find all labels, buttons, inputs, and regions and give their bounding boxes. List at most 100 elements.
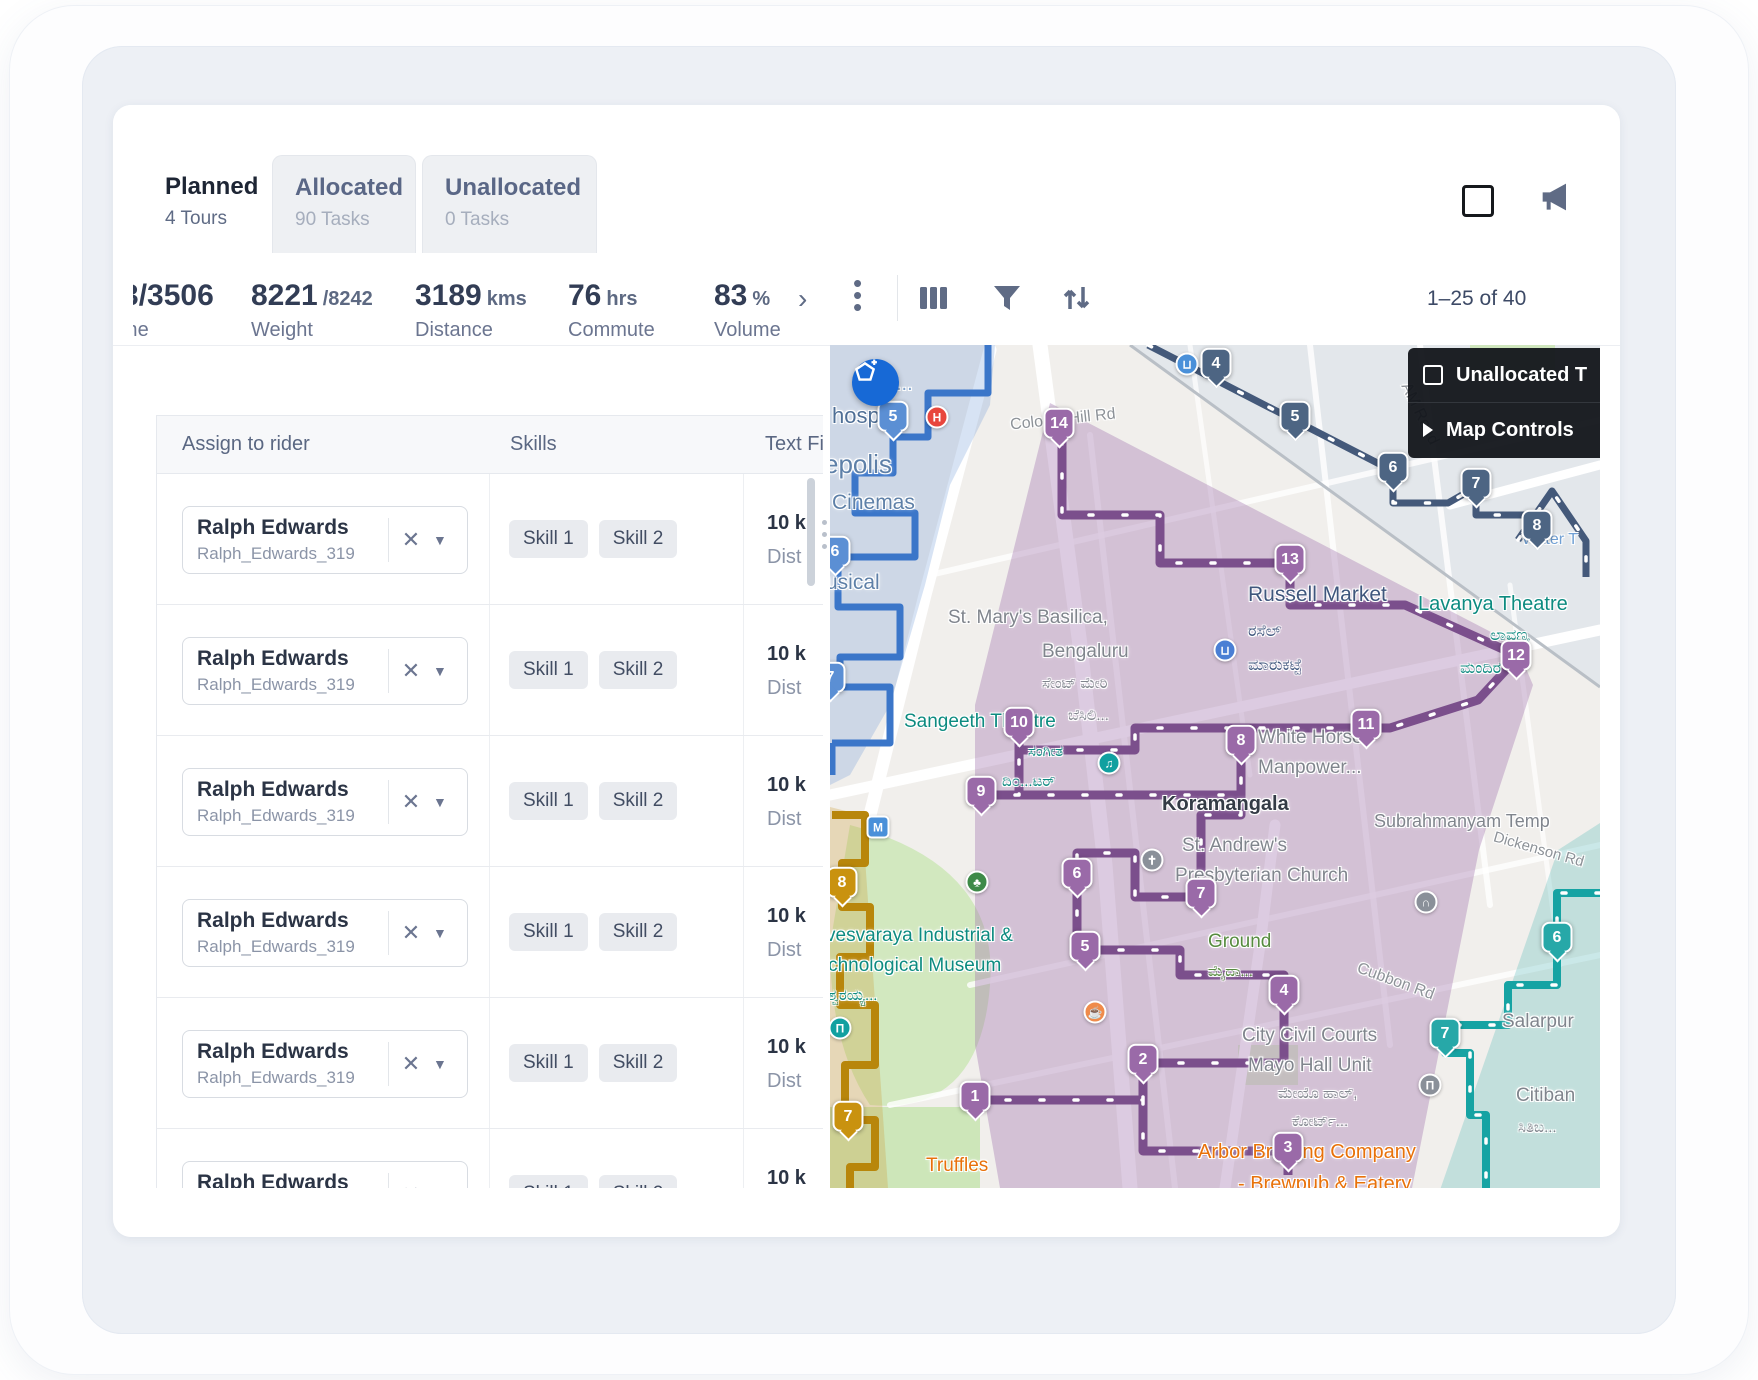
- draw-zone-button[interactable]: [852, 359, 899, 406]
- tab-label: Planned: [165, 173, 270, 201]
- map-marker-purple-8[interactable]: 8: [1226, 725, 1257, 756]
- map-marker-purple-4[interactable]: 4: [1269, 975, 1300, 1006]
- map-marker-navy-8[interactable]: 8: [1522, 510, 1553, 541]
- clear-rider-icon[interactable]: ✕: [389, 527, 433, 553]
- chevron-down-icon[interactable]: ▼: [433, 1187, 467, 1188]
- chevron-down-icon[interactable]: ▼: [433, 1056, 467, 1072]
- food-icon: ☕: [1084, 1001, 1107, 1024]
- map-label: ಮಂದಿರ: [1460, 660, 1501, 678]
- clear-rider-icon[interactable]: ✕: [389, 1182, 433, 1188]
- skill-chip: Skill 1: [509, 782, 588, 820]
- map-marker-purple-13[interactable]: 13: [1275, 544, 1306, 575]
- tab-planned[interactable]: Planned 4 Tours: [143, 155, 270, 253]
- map-controls-toggle[interactable]: Map Controls: [1408, 402, 1600, 457]
- tab-sub: 4 Tours: [165, 208, 270, 230]
- park-icon: ♣: [966, 871, 989, 894]
- skills-cell: Skill 1Skill 2: [490, 867, 744, 997]
- map-label: Lavanya Theatre: [1418, 593, 1568, 616]
- row-metric-label: Dist: [767, 677, 813, 700]
- kebab-menu-icon[interactable]: •••: [853, 277, 862, 313]
- tab-unallocated[interactable]: Unallocated 0 Tasks: [422, 155, 597, 253]
- rider-select[interactable]: Ralph Edwards Ralph_Edwards_319 ✕ ▼: [182, 506, 468, 574]
- map-label: Cinemas: [832, 491, 915, 515]
- rider-select[interactable]: Ralph Edwards Ralph_Edwards_319 ✕ ▼: [182, 1030, 468, 1098]
- map-marker-purple-3[interactable]: 3: [1273, 1132, 1304, 1163]
- map-label: epolis: [830, 449, 892, 480]
- map-marker-navy-4[interactable]: 4: [1201, 348, 1232, 379]
- map-marker-navy-5[interactable]: 5: [1280, 401, 1311, 432]
- map-marker-blue-5[interactable]: 5: [878, 401, 909, 432]
- map-label: St. Mary's Basilica,: [948, 607, 1108, 629]
- map-label: Ground: [1208, 931, 1271, 953]
- map-label: - Brewpub & Eatery: [1238, 1173, 1411, 1188]
- screenshot-root: Planned 4 Tours Allocated 90 Tasks Unall…: [0, 0, 1758, 1380]
- map-marker-purple-6[interactable]: 6: [1062, 858, 1093, 889]
- map-marker-navy-6[interactable]: 6: [1378, 452, 1409, 483]
- map-marker-purple-11[interactable]: 11: [1351, 709, 1382, 740]
- map-marker-purple-10[interactable]: 10: [1004, 707, 1035, 738]
- rider-select[interactable]: Ralph Edwards Ralph_Edwards_319 ✕ ▼: [182, 1161, 468, 1188]
- select-checkbox[interactable]: [1462, 185, 1494, 217]
- map-marker-blue-7[interactable]: 7: [830, 662, 846, 693]
- map-marker-teal-7[interactable]: 7: [1430, 1018, 1461, 1049]
- tab-allocated[interactable]: Allocated 90 Tasks: [272, 155, 416, 253]
- rider-select[interactable]: Ralph Edwards Ralph_Edwards_319 ✕ ▼: [182, 637, 468, 705]
- rider-select[interactable]: Ralph Edwards Ralph_Edwards_319 ✕ ▼: [182, 768, 468, 836]
- table-row: Ralph Edwards Ralph_Edwards_319 ✕ ▼ Skil…: [157, 1129, 823, 1188]
- map-label: ಮಾರುಕಟ್ಟೆ: [1248, 657, 1302, 675]
- chevron-down-icon[interactable]: ▼: [433, 925, 467, 941]
- map-label: hosp: [832, 403, 880, 429]
- clear-rider-icon[interactable]: ✕: [389, 920, 433, 946]
- header-skills: Skills: [510, 433, 557, 456]
- checkbox-icon[interactable]: [1423, 365, 1443, 385]
- skills-cell: Skill 1Skill 2: [490, 474, 744, 604]
- map-marker-blue-6[interactable]: 6: [830, 536, 851, 567]
- map-marker-purple-7[interactable]: 7: [1186, 878, 1217, 909]
- hospital-icon: H: [926, 406, 949, 429]
- stat-distance: 3189kms Distance: [415, 279, 527, 342]
- chevron-right-icon[interactable]: ›: [798, 283, 807, 315]
- clear-rider-icon[interactable]: ✕: [389, 658, 433, 684]
- map-marker-purple-14[interactable]: 14: [1044, 408, 1075, 439]
- map-label: Mayo Hall Unit: [1248, 1055, 1372, 1077]
- megaphone-icon[interactable]: [1537, 181, 1571, 218]
- map-label: Arbor Brewing Company: [1198, 1141, 1416, 1164]
- map-marker-purple-9[interactable]: 9: [966, 776, 997, 807]
- skill-chip: Skill 2: [599, 782, 678, 820]
- map-marker-amber-8[interactable]: 8: [830, 867, 858, 898]
- scrollbar[interactable]: [807, 478, 815, 586]
- rider-name: Ralph Edwards: [197, 778, 388, 802]
- filter-icon[interactable]: [993, 285, 1021, 316]
- clear-rider-icon[interactable]: ✕: [389, 789, 433, 815]
- skill-chip: Skill 2: [599, 1044, 678, 1082]
- skill-chip: Skill 2: [599, 520, 678, 558]
- chevron-down-icon[interactable]: ▼: [433, 532, 467, 548]
- map-canvas[interactable]: Unallocated T Map Controls 5674567814131…: [830, 345, 1600, 1188]
- rider-id: Ralph_Edwards_319: [197, 1068, 388, 1088]
- map-marker-navy-7[interactable]: 7: [1461, 468, 1492, 499]
- sort-icon[interactable]: [1061, 283, 1093, 318]
- row-metric-label: Dist: [767, 808, 813, 831]
- map-label: ಶ್ವರಯ್ಯ...: [830, 987, 877, 1004]
- map-marker-teal-6[interactable]: 6: [1542, 922, 1573, 953]
- stats-bar: 3/3506 Time 8221/8242 Weight 3189kms Dis…: [113, 253, 1620, 346]
- map-marker-purple-12[interactable]: 12: [1501, 640, 1532, 671]
- assign-to-rider-cell: Ralph Edwards Ralph_Edwards_319 ✕ ▼: [157, 605, 490, 735]
- tab-sub: 0 Tasks: [445, 209, 596, 231]
- map-marker-purple-1[interactable]: 1: [960, 1081, 991, 1112]
- stat-commute: 76hrs Commute: [568, 279, 655, 342]
- skill-chip: Skill 1: [509, 651, 588, 689]
- rider-select[interactable]: Ralph Edwards Ralph_Edwards_319 ✕ ▼: [182, 899, 468, 967]
- unallocated-tasks-label: Unallocated T: [1456, 364, 1587, 387]
- row-metric: 10 k: [767, 905, 807, 928]
- unallocated-tasks-toggle[interactable]: Unallocated T: [1408, 348, 1600, 402]
- map-marker-amber-7[interactable]: 7: [833, 1101, 864, 1132]
- chevron-down-icon[interactable]: ▼: [433, 794, 467, 810]
- map-marker-purple-5[interactable]: 5: [1070, 931, 1101, 962]
- chevron-down-icon[interactable]: ▼: [433, 663, 467, 679]
- panel-resize-handle[interactable]: [822, 513, 828, 556]
- clear-rider-icon[interactable]: ✕: [389, 1051, 433, 1077]
- app-content: Planned 4 Tours Allocated 90 Tasks Unall…: [113, 105, 1620, 1188]
- map-marker-purple-2[interactable]: 2: [1128, 1044, 1159, 1075]
- columns-icon[interactable]: [919, 285, 949, 316]
